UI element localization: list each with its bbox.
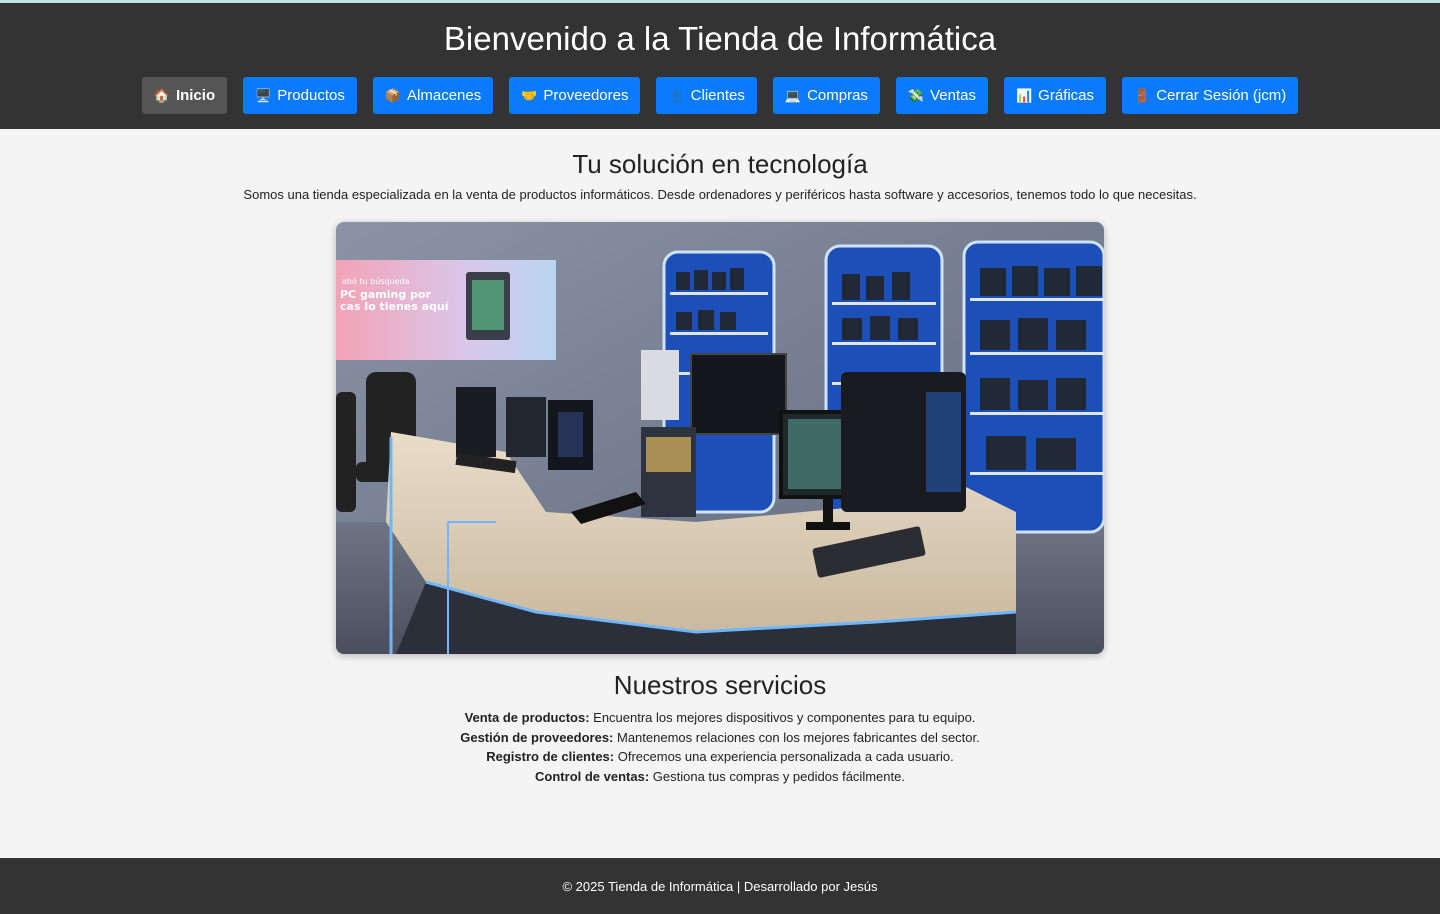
money-icon: 💸 <box>907 88 925 103</box>
handshake-icon: 🤝 <box>521 88 538 103</box>
nav-item-label: Compras <box>807 87 868 104</box>
chart-icon: 📊 <box>1015 88 1033 103</box>
house-icon: 🏠 <box>153 88 170 103</box>
site-footer: © 2025 Tienda de Informática | Desarroll… <box>0 858 1440 914</box>
nav-item-almacenes[interactable]: 📦 Almacenes <box>372 77 494 114</box>
nav-item-inicio[interactable]: 🏠 Inicio <box>141 77 228 114</box>
footer-text: © 2025 Tienda de Informática | Desarroll… <box>562 878 878 894</box>
service-text: Gestiona tus compras y pedidos fácilment… <box>649 768 905 784</box>
service-title: Registro de clientes: <box>486 749 615 764</box>
nav-item-proveedores[interactable]: 🤝 Proveedores <box>509 77 641 114</box>
user-icon: 👤 <box>668 88 685 103</box>
list-item: Control de ventas: Gestiona tus compras … <box>0 767 1440 787</box>
nav-item-label: Inicio <box>175 87 216 104</box>
nav-item-label: Almacenes <box>407 87 482 104</box>
services-heading: Nuestros servicios <box>613 670 827 700</box>
list-item: Registro de clientes: Ofrecemos una expe… <box>0 747 1440 767</box>
nav-item-label: Proveedores <box>543 87 629 104</box>
list-item: Venta de productos: Encuentra los mejore… <box>0 708 1440 728</box>
svg-text:cas lo tienes aquí: cas lo tienes aquí <box>340 300 450 313</box>
nav-item-graficas[interactable]: 📊 Gráficas <box>1003 77 1107 114</box>
service-text: Ofrecemos una experiencia personalizada … <box>614 749 954 764</box>
nav-item-label: Ventas <box>930 87 976 104</box>
door-icon: 🚪 <box>1134 88 1151 103</box>
desktop-icon: 🖥️ <box>255 88 272 103</box>
nav-item-label: Cerrar Sesión (jcm) <box>1156 87 1287 104</box>
nav-item-clientes[interactable]: 👤 Clientes <box>656 77 757 114</box>
service-text: Mantenemos relaciones con los mejores fa… <box>613 729 980 745</box>
nav-item-label: Gráficas <box>1038 87 1095 104</box>
nav-item-ventas[interactable]: 💸 Ventas <box>895 77 988 114</box>
main-nav: 🏠 Inicio 🖥️ Productos 📦 Almacenes 🤝 Prov… <box>0 77 1440 114</box>
store-photo: abó tu búsqueda PC gaming por cas lo tie… <box>336 222 1104 654</box>
site-header: Bienvenido a la Tienda de Informática 🏠 … <box>0 3 1440 129</box>
svg-text:abó tu búsqueda: abó tu búsqueda <box>342 276 410 286</box>
section-heading: Tu solución en tecnología <box>572 149 868 179</box>
computer-icon: 💻 <box>784 88 802 103</box>
intro-text: Somos una tienda especializada en la ven… <box>243 187 1197 202</box>
service-title: Venta de productos: <box>464 710 590 725</box>
main-content: Tu solución en tecnología Somos una tien… <box>0 129 1440 786</box>
nav-item-compras[interactable]: 💻 Compras <box>772 77 880 114</box>
service-title: Control de ventas: <box>535 768 650 784</box>
nav-item-productos[interactable]: 🖥️ Productos <box>243 77 357 114</box>
page-title: Bienvenido a la Tienda de Informática <box>443 20 997 57</box>
nav-item-label: Clientes <box>690 87 745 104</box>
list-item: Gestión de proveedores: Mantenemos relac… <box>0 728 1440 748</box>
nav-item-label: Productos <box>277 87 345 104</box>
nav-item-logout[interactable]: 🚪 Cerrar Sesión (jcm) <box>1122 77 1299 114</box>
service-title: Gestión de proveedores: <box>460 729 614 745</box>
service-text: Encuentra los mejores dispositivos y com… <box>589 710 976 725</box>
services-list: Venta de productos: Encuentra los mejore… <box>0 708 1440 786</box>
package-icon: 📦 <box>384 88 402 103</box>
